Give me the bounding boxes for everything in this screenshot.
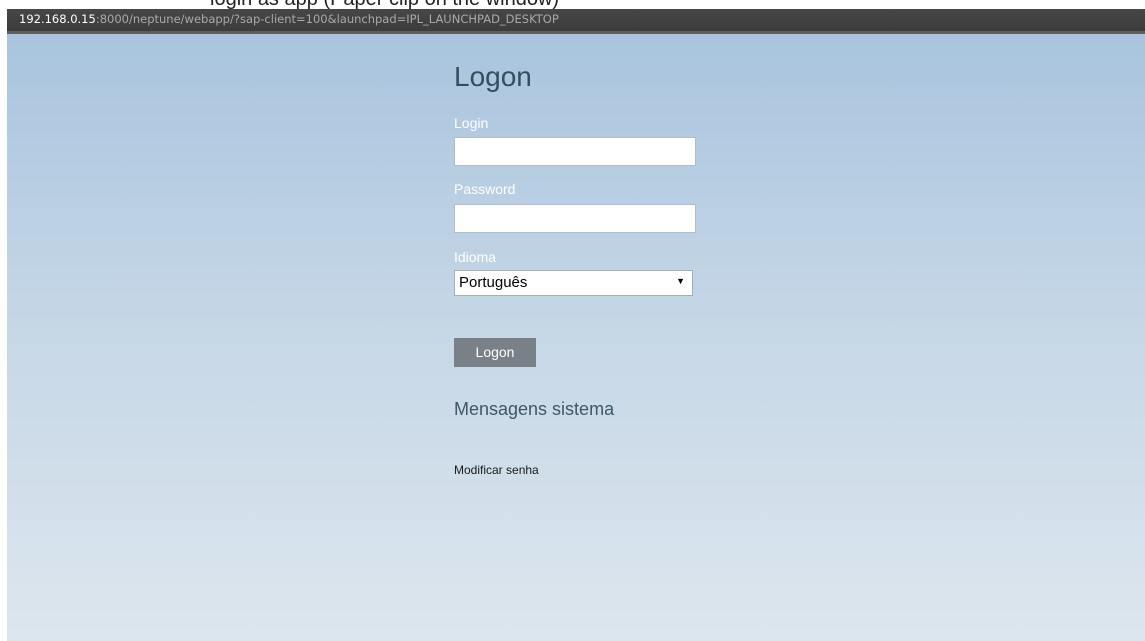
logon-button[interactable]: Logon: [454, 338, 536, 367]
page-title: Logon: [454, 61, 532, 92]
url-path: :8000/neptune/webapp/?sap-client=100&lau…: [95, 12, 559, 26]
login-label: Login: [454, 115, 489, 131]
login-input[interactable]: [454, 137, 696, 166]
url-text[interactable]: 192.168.0.15:8000/neptune/webapp/?sap-cl…: [19, 12, 559, 26]
change-password-link[interactable]: Modificar senha: [454, 463, 539, 477]
browser-address-bar: 192.168.0.15:8000/neptune/webapp/?sap-cl…: [7, 9, 1145, 34]
url-host: 192.168.0.15: [19, 12, 96, 26]
language-selected-value: Português: [459, 274, 528, 291]
clipped-caption-strip: login as app (Paper clip on the window): [0, 0, 1145, 9]
system-messages-title: Mensagens sistema: [454, 399, 615, 419]
clipped-caption-text: login as app (Paper clip on the window): [210, 0, 559, 9]
language-select[interactable]: Português ▼: [454, 270, 693, 296]
dropdown-arrow-icon: ▼: [676, 276, 685, 286]
password-label: Password: [454, 181, 516, 197]
language-label: Idioma: [454, 249, 497, 265]
password-input[interactable]: [454, 204, 696, 233]
logon-page: Logon Login Password Idioma Português ▼ …: [7, 34, 1145, 641]
